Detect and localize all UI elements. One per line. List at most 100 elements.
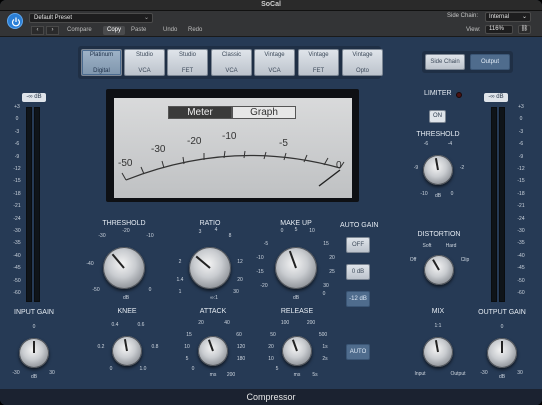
ratio-tick: 1.4 xyxy=(176,277,184,283)
makeup-knob[interactable] xyxy=(275,247,317,289)
output-meter-left xyxy=(491,107,497,302)
limiter-threshold-knob[interactable] xyxy=(423,155,453,185)
meter-scale-10: -10 xyxy=(222,131,237,142)
knob-pointer xyxy=(501,341,503,353)
model-button-1[interactable]: Studio VCA xyxy=(124,49,165,76)
knee-tick: 0.6 xyxy=(137,322,145,328)
attack-tick: 200 xyxy=(226,372,236,378)
distortion-knob[interactable] xyxy=(424,255,454,285)
knob-pointer xyxy=(432,259,440,271)
model-button-4[interactable]: Vintage VCA xyxy=(254,49,295,76)
output-gain-tick: 30 xyxy=(517,370,523,376)
meter-tick: -45 xyxy=(13,265,21,272)
preset-dropdown[interactable]: Default Preset ⌄ xyxy=(29,13,153,23)
attack-label: ATTACK xyxy=(199,308,227,315)
model-label-line2: FET xyxy=(181,67,194,74)
limiter-threshold-tick: 0 xyxy=(450,191,454,197)
release-tick: 200 xyxy=(306,320,316,326)
makeup-tick: 15 xyxy=(323,241,329,247)
output-button[interactable]: Output xyxy=(470,54,510,70)
makeup-tick: -20 xyxy=(260,283,268,289)
knob-pointer xyxy=(434,340,439,353)
meter-tick: -3 xyxy=(14,128,20,135)
meter-scale-30: -30 xyxy=(151,144,166,155)
release-knob[interactable] xyxy=(282,336,312,366)
model-button-5[interactable]: Vintage FET xyxy=(298,49,339,76)
limiter-on-button[interactable]: ON xyxy=(429,110,446,123)
meter-scale-50: -50 xyxy=(118,158,133,169)
release-tick: 100 xyxy=(280,320,290,326)
view-zoom-value: 116% xyxy=(489,26,504,32)
threshold-tick: -50 xyxy=(92,287,100,293)
model-label-line2: Opto xyxy=(355,67,369,74)
auto-release-button[interactable]: AUTO xyxy=(346,344,370,360)
meter-tick: -6 xyxy=(518,141,524,148)
next-preset-button[interactable]: › xyxy=(46,26,59,35)
meter-scale-5: -5 xyxy=(279,138,288,149)
undo-button[interactable]: Undo xyxy=(163,26,177,35)
limiter-threshold-tick: -2 xyxy=(459,165,465,171)
side-chain-button[interactable]: Side Chain xyxy=(425,54,465,70)
side-chain-value: Internal xyxy=(489,14,510,20)
ratio-tick: 1 xyxy=(178,289,182,295)
meter-tick: -21 xyxy=(13,203,21,210)
release-tick: 2s xyxy=(322,356,328,362)
side-chain-select[interactable]: Internal ⌄ xyxy=(485,12,531,22)
output-gain-knob[interactable] xyxy=(487,338,517,368)
attack-tick: 40 xyxy=(224,320,230,326)
plugin-footer: Compressor xyxy=(0,389,542,405)
model-label-line1: Studio xyxy=(178,51,196,58)
mix-tick: Output xyxy=(450,371,466,377)
model-button-2[interactable]: Studio FET xyxy=(167,49,208,76)
view-zoom-select[interactable]: 116% xyxy=(485,25,513,34)
model-button-0[interactable]: Platinum Digital xyxy=(81,49,122,76)
mix-knob[interactable] xyxy=(423,337,453,367)
copy-button[interactable]: Copy xyxy=(103,26,126,35)
meter-scale-20: -20 xyxy=(187,136,202,147)
attack-knob[interactable] xyxy=(198,336,228,366)
threshold-knob[interactable] xyxy=(103,247,145,289)
meter-tick: -12 xyxy=(13,166,21,172)
model-button-3[interactable]: Classic VCA xyxy=(211,49,252,76)
power-button[interactable] xyxy=(7,13,23,29)
meter-tick: -6 xyxy=(14,141,20,148)
ratio-knob[interactable] xyxy=(189,247,231,289)
auto-gain-0db-button[interactable]: 0 dB xyxy=(346,264,370,280)
meter-tick: +3 xyxy=(518,104,524,110)
compare-button[interactable]: Compare xyxy=(67,26,92,35)
release-tick: 5 xyxy=(275,366,279,372)
attack-tick: 60 xyxy=(236,332,242,338)
auto-gain-off-button[interactable]: OFF xyxy=(346,237,370,253)
input-gain-knob[interactable] xyxy=(19,338,49,368)
model-label-line1: Platinum xyxy=(89,51,114,58)
model-button-6[interactable]: Vintage Opto xyxy=(342,49,383,76)
model-label-line1: Vintage xyxy=(264,51,285,58)
meter-tick: -12 xyxy=(517,166,525,172)
ratio-tick: 2 xyxy=(178,259,182,265)
meter-tick: -45 xyxy=(517,265,525,272)
meter-tick: -40 xyxy=(13,252,21,259)
meter-tick: -9 xyxy=(518,153,524,160)
auto-gain-minus12-button[interactable]: -12 dB xyxy=(346,291,370,307)
attack-tick: 180 xyxy=(236,356,246,362)
knee-knob[interactable] xyxy=(112,336,142,366)
meter-tick: +3 xyxy=(14,104,20,110)
attack-tick: 0 xyxy=(191,366,195,372)
input-level-readout: -∞ dB xyxy=(22,93,46,102)
release-tick: ms xyxy=(293,372,301,378)
chevron-down-icon: ⌄ xyxy=(143,15,149,21)
paste-button[interactable]: Paste xyxy=(131,26,146,35)
meter-tick: 0 xyxy=(15,116,19,123)
side-chain-label: Side Chain: xyxy=(447,13,479,19)
meter-scale-0: 0 xyxy=(336,160,342,171)
threshold-tick: -20 xyxy=(122,228,130,234)
ratio-tick: 20 xyxy=(237,277,243,283)
ratio-tick: 30 xyxy=(233,289,239,295)
ratio-tick: 12 xyxy=(237,259,243,265)
title-bar: SoCal xyxy=(0,0,542,11)
link-icon[interactable]: ⛓ xyxy=(518,25,531,34)
previous-preset-button[interactable]: ‹ xyxy=(31,26,44,35)
limiter-threshold-tick: -4 xyxy=(447,141,453,147)
attack-tick: ms xyxy=(209,372,217,378)
redo-button[interactable]: Redo xyxy=(188,26,202,35)
